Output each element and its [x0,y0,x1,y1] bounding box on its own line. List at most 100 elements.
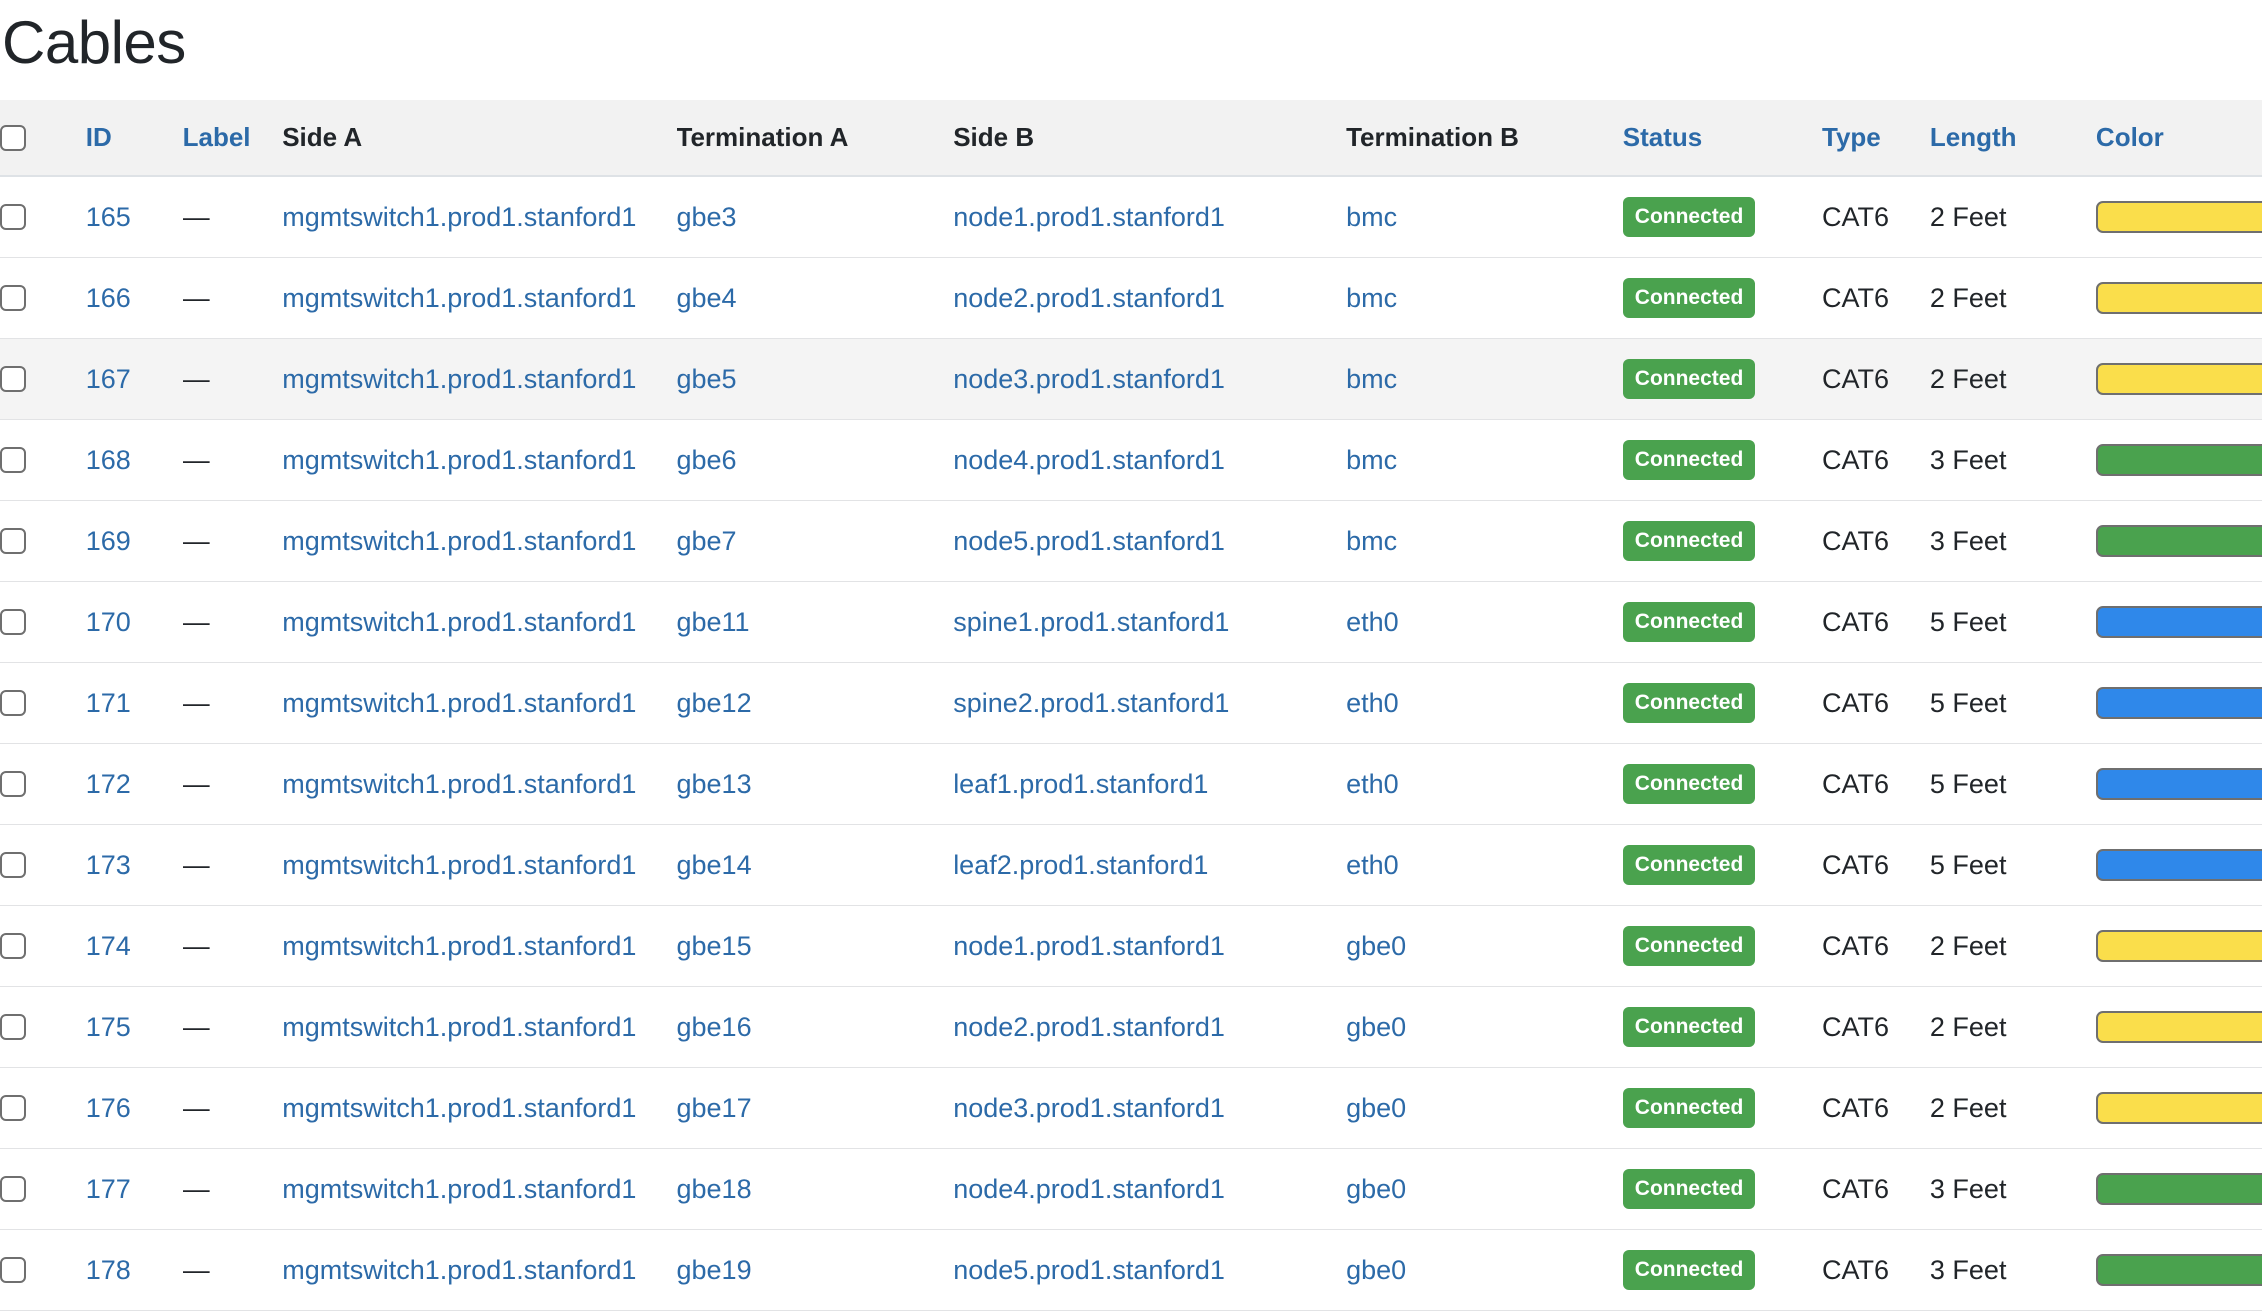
side-b-link[interactable]: node5.prod1.stanford1 [953,1255,1225,1285]
cable-id-link[interactable]: 174 [86,931,131,961]
row-select-checkbox[interactable] [0,771,26,797]
row-select-checkbox[interactable] [0,852,26,878]
cable-id-link[interactable]: 166 [86,283,131,313]
side-a-link[interactable]: mgmtswitch1.prod1.stanford1 [282,1012,636,1042]
side-a-link[interactable]: mgmtswitch1.prod1.stanford1 [282,526,636,556]
side-a-link[interactable]: mgmtswitch1.prod1.stanford1 [282,1255,636,1285]
table-row[interactable]: 175 — mgmtswitch1.prod1.stanford1 gbe16 node… [0,986,2262,1068]
termination-b-link[interactable]: gbe0 [1346,1255,1406,1285]
table-row[interactable]: 176 — mgmtswitch1.prod1.stanford1 gbe17 node… [0,1067,2262,1149]
side-b-link[interactable]: leaf1.prod1.stanford1 [953,769,1208,799]
row-select-checkbox[interactable] [0,366,26,392]
table-row[interactable]: 168 — mgmtswitch1.prod1.stanford1 gbe6 node4… [0,419,2262,501]
cable-id-link[interactable]: 175 [86,1012,131,1042]
termination-a-link[interactable]: gbe18 [677,1174,752,1204]
column-header-color[interactable]: Color [2095,100,2262,177]
side-a-link[interactable]: mgmtswitch1.prod1.stanford1 [282,931,636,961]
side-a-link[interactable]: mgmtswitch1.prod1.stanford1 [282,850,636,880]
row-select-checkbox[interactable] [0,1095,26,1121]
side-b-link[interactable]: node2.prod1.stanford1 [953,1012,1225,1042]
termination-b-link[interactable]: bmc [1346,283,1397,313]
side-a-link[interactable]: mgmtswitch1.prod1.stanford1 [282,607,636,637]
column-header-length[interactable]: Length [1929,100,2096,177]
cable-id-link[interactable]: 176 [86,1093,131,1123]
side-b-link[interactable]: node4.prod1.stanford1 [953,1174,1225,1204]
termination-b-link[interactable]: bmc [1346,526,1397,556]
side-a-link[interactable]: mgmtswitch1.prod1.stanford1 [282,1093,636,1123]
termination-a-link[interactable]: gbe3 [677,202,737,232]
side-b-link[interactable]: node5.prod1.stanford1 [953,526,1225,556]
cable-id-link[interactable]: 170 [86,607,131,637]
table-row[interactable]: 173 — mgmtswitch1.prod1.stanford1 gbe14 leaf… [0,824,2262,906]
termination-a-link[interactable]: gbe7 [677,526,737,556]
table-row[interactable]: 170 — mgmtswitch1.prod1.stanford1 gbe11 spin… [0,581,2262,663]
termination-a-link[interactable]: gbe5 [677,364,737,394]
side-a-link[interactable]: mgmtswitch1.prod1.stanford1 [282,445,636,475]
row-select-checkbox[interactable] [0,528,26,554]
cable-id-link[interactable]: 171 [86,688,131,718]
termination-a-link[interactable]: gbe11 [677,607,750,637]
termination-b-link[interactable]: gbe0 [1346,931,1406,961]
side-b-link[interactable]: spine1.prod1.stanford1 [953,607,1229,637]
select-all-checkbox[interactable] [0,124,26,151]
row-select-checkbox[interactable] [0,1014,26,1040]
side-a-link[interactable]: mgmtswitch1.prod1.stanford1 [282,1174,636,1204]
table-row[interactable]: 172 — mgmtswitch1.prod1.stanford1 gbe13 leaf… [0,743,2262,825]
table-row[interactable]: 174 — mgmtswitch1.prod1.stanford1 gbe15 node… [0,905,2262,987]
cable-id-link[interactable]: 169 [86,526,131,556]
side-b-link[interactable]: node2.prod1.stanford1 [953,283,1225,313]
cable-id-link[interactable]: 165 [86,202,131,232]
termination-a-link[interactable]: gbe12 [677,688,752,718]
termination-b-link[interactable]: bmc [1346,364,1397,394]
row-select-checkbox[interactable] [0,285,26,311]
side-b-link[interactable]: spine2.prod1.stanford1 [953,688,1229,718]
side-b-link[interactable]: node3.prod1.stanford1 [953,364,1225,394]
row-select-checkbox[interactable] [0,204,26,230]
termination-a-link[interactable]: gbe4 [677,283,737,313]
row-select-checkbox[interactable] [0,1257,26,1283]
cable-id-link[interactable]: 178 [86,1255,131,1285]
termination-b-link[interactable]: eth0 [1346,607,1399,637]
side-a-link[interactable]: mgmtswitch1.prod1.stanford1 [282,769,636,799]
termination-b-link[interactable]: eth0 [1346,769,1399,799]
side-a-link[interactable]: mgmtswitch1.prod1.stanford1 [282,202,636,232]
row-select-checkbox[interactable] [0,609,26,635]
side-b-link[interactable]: node3.prod1.stanford1 [953,1093,1225,1123]
termination-a-link[interactable]: gbe6 [677,445,737,475]
row-select-checkbox[interactable] [0,690,26,716]
column-header-status[interactable]: Status [1622,100,1822,177]
side-a-link[interactable]: mgmtswitch1.prod1.stanford1 [282,283,636,313]
termination-a-link[interactable]: gbe14 [677,850,752,880]
row-select-checkbox[interactable] [0,933,26,959]
table-row[interactable]: 178 — mgmtswitch1.prod1.stanford1 gbe19 node… [0,1229,2262,1311]
termination-b-link[interactable]: gbe0 [1346,1093,1406,1123]
termination-b-link[interactable]: eth0 [1346,688,1399,718]
termination-b-link[interactable]: gbe0 [1346,1012,1406,1042]
column-header-id[interactable]: ID [85,100,183,177]
column-header-label[interactable]: Label [182,100,283,177]
column-header-type[interactable]: Type [1822,100,1930,177]
termination-a-link[interactable]: gbe13 [677,769,752,799]
cable-id-link[interactable]: 172 [86,769,131,799]
side-b-link[interactable]: node4.prod1.stanford1 [953,445,1225,475]
termination-a-link[interactable]: gbe17 [677,1093,752,1123]
row-select-checkbox[interactable] [0,1176,26,1202]
table-row[interactable]: 177 — mgmtswitch1.prod1.stanford1 gbe18 node… [0,1148,2262,1230]
table-row[interactable]: 167 — mgmtswitch1.prod1.stanford1 gbe5 node3… [0,338,2262,420]
side-b-link[interactable]: node1.prod1.stanford1 [953,202,1225,232]
cable-id-link[interactable]: 173 [86,850,131,880]
termination-b-link[interactable]: bmc [1346,202,1397,232]
table-row[interactable]: 166 — mgmtswitch1.prod1.stanford1 gbe4 node2… [0,257,2262,339]
termination-a-link[interactable]: gbe15 [677,931,752,961]
termination-b-link[interactable]: eth0 [1346,850,1399,880]
cable-id-link[interactable]: 167 [86,364,131,394]
termination-b-link[interactable]: gbe0 [1346,1174,1406,1204]
cable-id-link[interactable]: 168 [86,445,131,475]
table-row[interactable]: 169 — mgmtswitch1.prod1.stanford1 gbe7 node5… [0,500,2262,582]
row-select-checkbox[interactable] [0,447,26,473]
side-a-link[interactable]: mgmtswitch1.prod1.stanford1 [282,364,636,394]
table-row[interactable]: 165 — mgmtswitch1.prod1.stanford1 gbe3 node1… [0,176,2262,258]
table-row[interactable]: 171 — mgmtswitch1.prod1.stanford1 gbe12 spin… [0,662,2262,744]
termination-b-link[interactable]: bmc [1346,445,1397,475]
side-b-link[interactable]: leaf2.prod1.stanford1 [953,850,1208,880]
